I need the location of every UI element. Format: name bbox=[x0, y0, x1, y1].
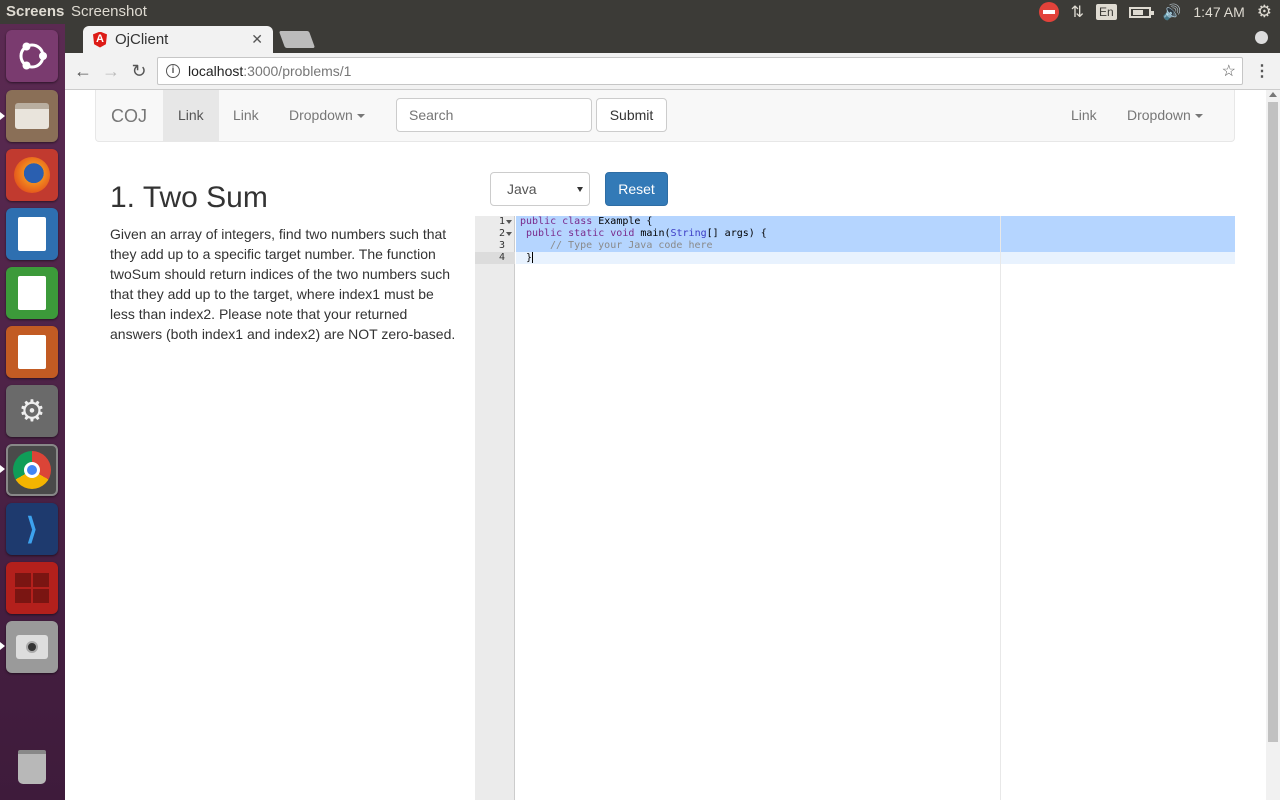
top-panel: Screens Screenshot ⇅ En 🔊 1:47 AM ⚙ bbox=[0, 0, 1280, 24]
unity-launcher: ⚙ ⟩ bbox=[0, 24, 65, 800]
language-select[interactable]: Java bbox=[490, 172, 590, 206]
scroll-up-arrow-icon[interactable] bbox=[1269, 92, 1277, 97]
site-info-icon[interactable]: i bbox=[166, 64, 180, 78]
reload-icon[interactable]: ↻ bbox=[128, 60, 150, 82]
url-host: localhost bbox=[188, 63, 244, 79]
page-scrollbar[interactable] bbox=[1266, 90, 1280, 800]
workspace-switcher-icon[interactable] bbox=[6, 562, 58, 614]
gear-icon[interactable]: ⚙ bbox=[1257, 2, 1272, 22]
problem-title: 1. Two Sum bbox=[110, 181, 268, 214]
angular-favicon-icon bbox=[93, 31, 107, 48]
battery-icon[interactable] bbox=[1128, 6, 1154, 18]
select-arrow-icon bbox=[577, 187, 583, 192]
impress-icon[interactable] bbox=[6, 326, 58, 378]
reset-button[interactable]: Reset bbox=[605, 172, 668, 206]
network-icon[interactable]: ⇅ bbox=[1071, 2, 1084, 22]
code-line: // Type your Java code here bbox=[550, 240, 713, 251]
caret-down-icon bbox=[1194, 114, 1203, 119]
nav-dropdown-right[interactable]: Dropdown bbox=[1112, 90, 1218, 141]
bookmark-star-icon[interactable]: ☆ bbox=[1222, 61, 1236, 81]
firefox-icon[interactable] bbox=[6, 149, 58, 201]
writer-icon[interactable] bbox=[6, 208, 58, 260]
page-viewport: COJ Link Link Dropdown Submit Link Dropd… bbox=[65, 90, 1266, 800]
new-tab-button[interactable] bbox=[278, 31, 316, 48]
nav-link[interactable]: Link bbox=[218, 90, 274, 141]
dropdown-label: Dropdown bbox=[1127, 107, 1191, 123]
volume-icon[interactable]: 🔊 bbox=[1163, 3, 1182, 21]
screenshot-icon[interactable] bbox=[6, 621, 58, 673]
text-cursor bbox=[532, 252, 534, 263]
code-line: public static void main(String[] args) { bbox=[526, 228, 767, 239]
system-settings-icon[interactable]: ⚙ bbox=[6, 385, 58, 437]
trash-icon[interactable] bbox=[6, 741, 58, 793]
running-indicator bbox=[0, 112, 5, 120]
nav-link-active[interactable]: Link bbox=[163, 90, 219, 141]
language-select-value: Java bbox=[507, 181, 537, 197]
back-icon[interactable]: ← bbox=[72, 60, 94, 82]
window-title: Screenshot bbox=[71, 3, 147, 20]
clock[interactable]: 1:47 AM bbox=[1193, 4, 1244, 20]
search-input[interactable] bbox=[396, 98, 592, 132]
nav-dropdown-left[interactable]: Dropdown bbox=[274, 90, 380, 141]
ubuntu-dash-icon[interactable] bbox=[6, 30, 58, 82]
browser-menu-icon[interactable]: ⋮ bbox=[1254, 61, 1270, 81]
line-number: 2 bbox=[498, 228, 505, 239]
browser-tab[interactable]: OjClient ✕ bbox=[83, 26, 273, 53]
calc-icon[interactable] bbox=[6, 267, 58, 319]
browser-tab-bar: OjClient ✕ bbox=[65, 24, 1280, 53]
close-tab-icon[interactable]: ✕ bbox=[251, 31, 263, 48]
chrome-icon[interactable] bbox=[6, 444, 58, 496]
site-navbar: COJ Link Link Dropdown Submit Link Dropd… bbox=[95, 90, 1235, 142]
tab-title: OjClient bbox=[115, 31, 169, 48]
browser-toolbar: ← → ↻ i localhost:3000/problems/1 ☆ ⋮ bbox=[65, 53, 1280, 90]
problem-description: Given an array of integers, find two num… bbox=[110, 226, 456, 342]
code-line: public class Example { bbox=[520, 216, 653, 227]
print-margin bbox=[1000, 216, 1001, 800]
navbar-brand[interactable]: COJ bbox=[111, 106, 147, 127]
caret-down-icon bbox=[356, 114, 365, 119]
line-number: 1 bbox=[498, 216, 505, 227]
forward-icon[interactable]: → bbox=[100, 60, 122, 82]
code-text-area[interactable]: public class Example { public static voi… bbox=[516, 216, 1235, 800]
profile-icon[interactable] bbox=[1255, 31, 1268, 44]
running-indicator bbox=[0, 465, 5, 473]
url-path: :3000/problems/1 bbox=[243, 63, 352, 79]
active-line-highlight bbox=[516, 252, 1235, 264]
running-indicator bbox=[0, 642, 5, 650]
files-icon[interactable] bbox=[6, 90, 58, 142]
line-number: 4 bbox=[498, 252, 505, 263]
editor-gutter: 1 2 3 4 bbox=[475, 216, 515, 800]
scrollbar-thumb[interactable] bbox=[1268, 102, 1278, 742]
line-number: 3 bbox=[498, 240, 505, 251]
system-tray: ⇅ En 🔊 1:47 AM ⚙ bbox=[1038, 0, 1280, 24]
active-app-name: Screens bbox=[6, 3, 65, 20]
code-editor[interactable]: 1 2 3 4 public class Example { public st… bbox=[475, 216, 1235, 800]
vscode-icon[interactable]: ⟩ bbox=[6, 503, 58, 555]
dropdown-label: Dropdown bbox=[289, 107, 353, 123]
fold-arrow-icon[interactable] bbox=[506, 220, 512, 224]
submit-button[interactable]: Submit bbox=[596, 98, 667, 132]
no-entry-icon[interactable] bbox=[1038, 2, 1059, 22]
address-bar[interactable]: i localhost:3000/problems/1 ☆ bbox=[157, 57, 1243, 85]
nav-link-right[interactable]: Link bbox=[1056, 90, 1112, 141]
code-line: } bbox=[526, 252, 534, 264]
keyboard-language-indicator[interactable]: En bbox=[1096, 4, 1117, 20]
fold-arrow-icon[interactable] bbox=[506, 232, 512, 236]
